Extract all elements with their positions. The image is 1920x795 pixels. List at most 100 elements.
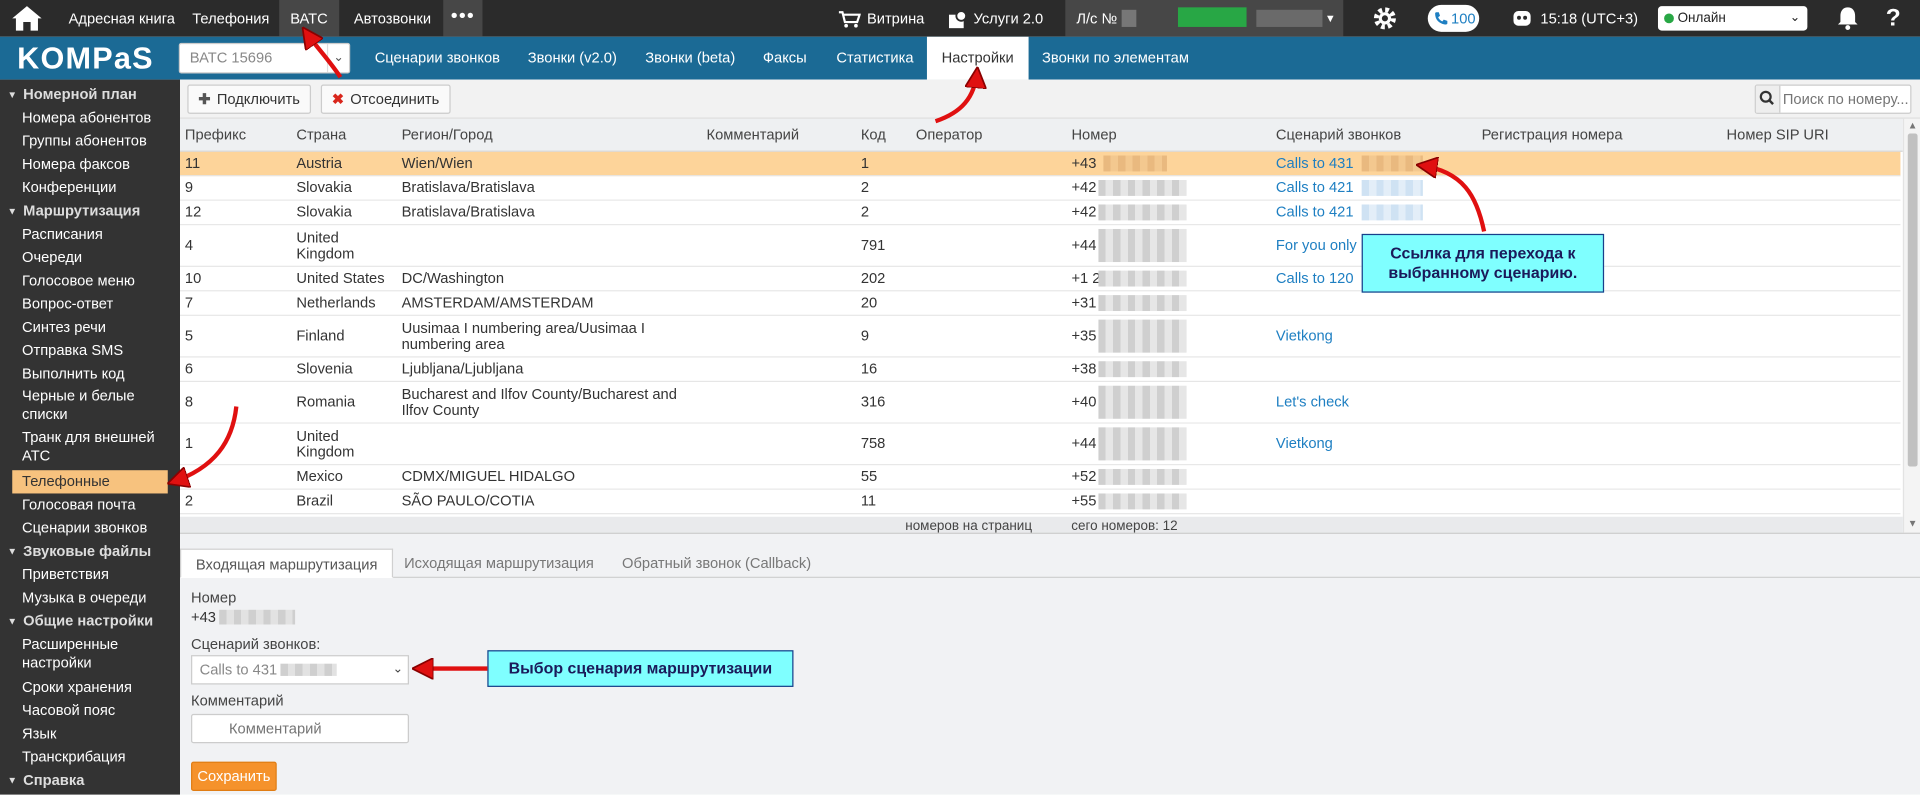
subnav-faxes[interactable]: Факсы bbox=[748, 37, 821, 80]
sidebar-item-black-white-lists[interactable]: Черные и белые списки bbox=[0, 387, 180, 424]
tab-callback[interactable]: Обратный звонок (Callback) bbox=[607, 549, 825, 578]
column-header-code[interactable]: Код bbox=[861, 119, 886, 152]
grid-scrollbar[interactable]: ▲ ▼ bbox=[1902, 118, 1920, 533]
sidebar-item-subscriber-groups[interactable]: Группы абонентов bbox=[0, 132, 180, 150]
tab-incoming-routing[interactable]: Входящая маршрутизация bbox=[180, 548, 394, 578]
sidebar-group-sound-files[interactable]: ▼ Звуковые файлы bbox=[0, 542, 180, 560]
sidebar-group-routing[interactable]: ▼ Маршрутизация bbox=[0, 202, 180, 220]
topnav-vats[interactable]: ВАТС bbox=[279, 0, 339, 37]
cell-region: Bratislava/Bratislava bbox=[401, 178, 535, 196]
column-header-registration[interactable]: Регистрация номера bbox=[1482, 119, 1623, 152]
account-balance-redacted bbox=[1177, 7, 1247, 27]
sidebar-item-queue-music[interactable]: Музыка в очереди bbox=[0, 589, 180, 607]
cell-scenario[interactable]: Vietkong bbox=[1276, 424, 1472, 464]
table-row[interactable]: 1 United Kingdom 758 +44 Vietkong bbox=[180, 423, 1901, 466]
disconnect-label: Отсоединить bbox=[350, 90, 440, 108]
subnav-calls-beta[interactable]: Звонки (beta) bbox=[631, 37, 750, 80]
cell-scenario[interactable]: Let's check bbox=[1276, 382, 1472, 422]
sidebar-item-voice-menu[interactable]: Голосовое меню bbox=[0, 272, 180, 290]
sidebar-item-send-sms[interactable]: Отправка SMS bbox=[0, 342, 180, 360]
table-row[interactable]: 8 Romania Bucharest and Ilfov County/Bucha… bbox=[180, 382, 1901, 424]
column-header-number[interactable]: Номер bbox=[1071, 119, 1116, 152]
subnav-calls-by-elements[interactable]: Звонки по элементам bbox=[1027, 37, 1203, 80]
sidebar-item-voicemail[interactable]: Голосовая почта bbox=[0, 496, 180, 514]
column-header-scenario[interactable]: Сценарий звонков bbox=[1276, 119, 1401, 152]
cell-scenario bbox=[1276, 291, 1472, 314]
sidebar-item-fax-numbers[interactable]: Номера факсов bbox=[0, 156, 180, 174]
table-row[interactable]: 2 Brazil SÃO PAULO/COTIA 11 +55 bbox=[180, 489, 1901, 515]
cell-region: AMSTERDAM/AMSTERDAM bbox=[401, 293, 594, 312]
topnav-autocalls[interactable]: Автозвонки bbox=[343, 0, 442, 37]
sidebar-item-transcription[interactable]: Транскрибация bbox=[0, 748, 180, 766]
account-selector[interactable]: Л/с № ▼ bbox=[1065, 0, 1344, 37]
table-row[interactable]: Mexico CDMX/MIGUEL HIDALGO 55 +52 bbox=[180, 465, 1901, 490]
table-row[interactable]: 7 Netherlands AMSTERDAM/AMSTERDAM 20 +31 bbox=[180, 291, 1901, 316]
table-row[interactable]: 5 Finland Uusimaa I numbering area/Uusimaa… bbox=[180, 315, 1901, 358]
search-icon[interactable] bbox=[1755, 85, 1781, 113]
sidebar-group-general-settings[interactable]: ▼ Общие настройки bbox=[0, 612, 180, 630]
vats-select[interactable]: ВАТС 15696 ⌄ bbox=[178, 42, 351, 74]
column-header-country[interactable]: Страна bbox=[296, 119, 346, 152]
help-icon[interactable]: ? bbox=[1886, 0, 1901, 37]
save-button[interactable]: Сохранить bbox=[191, 761, 277, 792]
bell-icon[interactable] bbox=[1837, 6, 1859, 31]
scroll-thumb[interactable] bbox=[1907, 133, 1918, 467]
sidebar-item-schedules[interactable]: Расписания bbox=[0, 225, 180, 243]
more-menu-button[interactable]: ••• bbox=[443, 0, 483, 37]
cell-scenario[interactable]: Vietkong bbox=[1276, 316, 1472, 356]
tab-outgoing-routing[interactable]: Исходящая маршрутизация bbox=[389, 549, 608, 578]
phone-balance-badge[interactable]: 100 bbox=[1427, 4, 1480, 32]
number-search[interactable] bbox=[1754, 84, 1912, 114]
scenario-redacted bbox=[280, 663, 338, 676]
table-row[interactable]: 9 Slovakia Bratislava/Bratislava 2 +42 Calls … bbox=[180, 176, 1901, 201]
column-header-comment[interactable]: Комментарий bbox=[707, 119, 800, 152]
sidebar-item-language[interactable]: Язык bbox=[0, 725, 180, 743]
gear-icon[interactable] bbox=[1371, 5, 1398, 32]
sidebar-item-queues[interactable]: Очереди bbox=[0, 249, 180, 267]
table-row[interactable]: 6 Slovenia Ljubljana/Ljubljana 16 +38 bbox=[180, 357, 1901, 383]
column-header-prefix[interactable]: Префикс bbox=[185, 119, 246, 152]
sidebar-item-greetings[interactable]: Приветствия bbox=[0, 566, 180, 584]
table-row[interactable]: 11 Austria Wien/Wien 1 +43 Calls to 431 bbox=[180, 151, 1901, 177]
sidebar-item-external-trunk[interactable]: Транк для внешней АТС bbox=[0, 429, 180, 466]
topnav-telephony[interactable]: Телефония bbox=[181, 0, 280, 37]
table-row[interactable]: 10 United States DC/Washington 202 +1 2 Calls… bbox=[180, 266, 1901, 292]
table-row[interactable]: 12 Slovakia Bratislava/Bratislava 2 +42 Calls… bbox=[180, 200, 1901, 226]
sidebar-item-advanced-settings[interactable]: Расширенные настройки bbox=[0, 636, 180, 673]
sidebar-group-number-plan[interactable]: ▼ Номерной план bbox=[0, 86, 180, 104]
topnav-address-book[interactable]: Адресная книга bbox=[58, 0, 186, 37]
column-header-region[interactable]: Регион/Город bbox=[402, 119, 493, 152]
sidebar-item-speech-synthesis[interactable]: Синтез речи bbox=[0, 318, 180, 336]
subnav-settings[interactable]: Настройки bbox=[926, 36, 1029, 80]
scroll-down-icon[interactable]: ▼ bbox=[1908, 518, 1918, 529]
sidebar-item-execute-code[interactable]: Выполнить код bbox=[0, 365, 180, 383]
sidebar-item-conferences[interactable]: Конференции bbox=[0, 179, 180, 197]
cell-country: Slovakia bbox=[296, 203, 352, 221]
sidebar-item-timezone[interactable]: Часовой пояс bbox=[0, 702, 180, 720]
showcase-link[interactable]: Витрина bbox=[838, 0, 924, 37]
sidebar-item-call-scenarios[interactable]: Сценарии звонков bbox=[0, 519, 180, 537]
subnav-calls-v2[interactable]: Звонки (v2.0) bbox=[513, 37, 631, 80]
home-icon[interactable] bbox=[11, 5, 43, 32]
sidebar-item-subscriber-numbers[interactable]: Номера абонентов bbox=[0, 109, 180, 127]
column-header-operator[interactable]: Оператор bbox=[916, 119, 983, 152]
connect-button[interactable]: ✚ Подключить bbox=[187, 84, 311, 114]
comment-input[interactable] bbox=[228, 718, 401, 739]
status-select[interactable]: Онлайн ⌄ bbox=[1657, 6, 1808, 31]
cell-country: Mexico bbox=[296, 467, 343, 485]
scenario-select[interactable]: Calls to 431 ⌄ bbox=[191, 655, 409, 685]
sidebar-item-phone-numbers[interactable]: Телефонные номера bbox=[12, 470, 168, 513]
subnav-statistics[interactable]: Статистика bbox=[822, 37, 929, 80]
comment-field[interactable] bbox=[191, 713, 409, 744]
disconnect-button[interactable]: ✖ Отсоединить bbox=[320, 84, 451, 114]
sidebar-group-label: Звуковые файлы bbox=[23, 542, 152, 560]
table-row[interactable]: 4 United Kingdom 791 +44 For you only bbox=[180, 225, 1901, 267]
services-link[interactable]: Услуги 2.0 bbox=[948, 0, 1043, 37]
column-header-sip-uri[interactable]: Номер SIP URI bbox=[1727, 119, 1829, 152]
subnav-call-scenarios[interactable]: Сценарии звонков bbox=[360, 37, 515, 80]
sidebar-item-question-answer[interactable]: Вопрос-ответ bbox=[0, 295, 180, 313]
search-input[interactable] bbox=[1782, 88, 1908, 111]
scroll-up-icon[interactable]: ▲ bbox=[1908, 120, 1918, 131]
sidebar-item-retention[interactable]: Сроки хранения bbox=[0, 678, 180, 696]
sidebar-group-help[interactable]: ▼ Справка bbox=[0, 771, 180, 789]
